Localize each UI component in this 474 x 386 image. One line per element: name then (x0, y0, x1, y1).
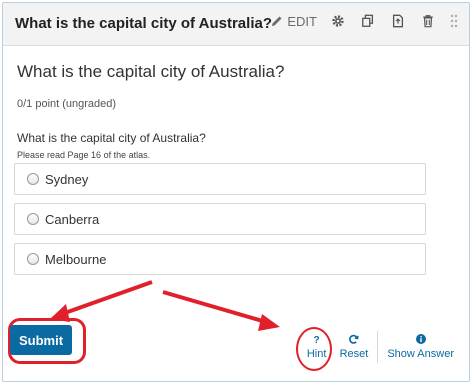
hint-highlight-circle (296, 327, 332, 371)
refresh-icon (348, 334, 360, 348)
option-canberra[interactable]: Canberra (14, 203, 426, 235)
delete-button[interactable] (419, 12, 437, 30)
duplicate-button[interactable] (359, 12, 377, 30)
option-label: Canberra (45, 211, 100, 227)
question-hint-text: Please read Page 16 of the atlas. (17, 150, 151, 160)
edit-label: EDIT (287, 13, 317, 29)
component-title: What is the capital city of Australia? (15, 15, 272, 32)
export-icon (392, 14, 404, 28)
option-sydney[interactable]: Sydney (14, 163, 426, 195)
component-toolbar: EDIT (271, 12, 459, 30)
radio-button[interactable] (27, 253, 39, 265)
info-icon (415, 334, 426, 348)
export-button[interactable] (389, 12, 407, 30)
pencil-icon (271, 15, 283, 27)
submit-button[interactable]: Submit (10, 325, 72, 355)
option-label: Melbourne (45, 251, 107, 267)
option-melbourne[interactable]: Melbourne (14, 243, 426, 275)
trash-icon (423, 15, 433, 28)
problem-title: What is the capital city of Australia? (17, 62, 285, 81)
component-header: What is the capital city of Australia? E… (3, 3, 469, 46)
settings-button[interactable] (329, 12, 347, 30)
drag-handle-icon[interactable] (449, 12, 459, 30)
radio-button[interactable] (27, 173, 39, 185)
edit-button[interactable]: EDIT (271, 14, 317, 29)
answer-options: Sydney Canberra Melbourne (14, 163, 426, 283)
show-answer-label: Show Answer (387, 348, 454, 360)
points-status: 0/1 point (ungraded) (17, 98, 117, 110)
question-text: What is the capital city of Australia? (17, 131, 206, 145)
reset-label: Reset (339, 348, 369, 360)
radio-button[interactable] (27, 213, 39, 225)
action-divider (377, 331, 379, 363)
duplicate-icon (362, 14, 374, 27)
gear-icon (332, 15, 344, 27)
reset-button[interactable]: Reset (339, 334, 369, 360)
show-answer-button[interactable]: Show Answer (387, 334, 454, 360)
option-label: Sydney (45, 171, 89, 187)
problem-body: What is the capital city of Australia? 0… (17, 45, 455, 160)
